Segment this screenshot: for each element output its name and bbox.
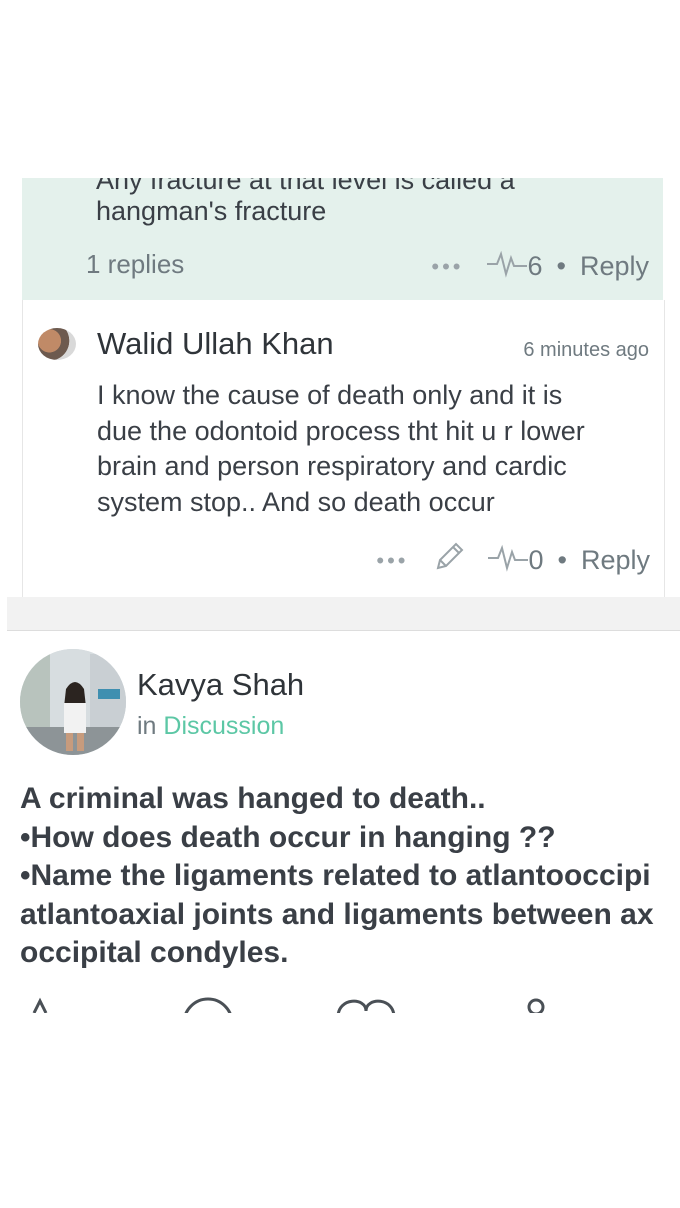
like-count: 6 — [527, 251, 543, 281]
comment-card: Walid Ullah Khan 6 minutes ago I know th… — [22, 300, 665, 597]
share-icon[interactable] — [527, 998, 545, 1013]
reply-button[interactable]: Reply — [580, 251, 649, 282]
comment-card-highlighted: Any fracture at that level is called a h… — [22, 178, 663, 300]
heart-icon[interactable] — [337, 999, 395, 1013]
pulse-icon[interactable] — [488, 542, 529, 579]
category-prefix: in — [137, 712, 157, 740]
comment-line: I know the cause of death only and it is — [97, 380, 563, 410]
post-line: A criminal was hanged to death.. — [20, 782, 486, 815]
more-options-icon[interactable]: ••• — [376, 548, 408, 574]
avatar[interactable] — [38, 328, 76, 360]
post-line: atlantoaxial joints and ligaments betwee… — [20, 897, 654, 931]
post-author[interactable]: Kavya Shah — [137, 667, 304, 703]
separator-dot: • — [557, 545, 567, 575]
comment-text: hangman's fracture — [96, 196, 327, 226]
comment-author[interactable]: Walid Ullah Khan — [97, 326, 334, 362]
divider-line — [7, 630, 680, 631]
comment-actions: ••• 0 • Reply — [376, 540, 650, 581]
reply-button[interactable]: Reply — [581, 545, 650, 576]
post-body: A criminal was hanged to death.. •How do… — [20, 780, 680, 973]
comment-line: due the odontoid process tht hit u r low… — [97, 415, 585, 446]
post-actions — [20, 993, 680, 1013]
pulse-icon[interactable] — [487, 248, 528, 285]
post-line: •Name the ligaments related to atlantooc… — [20, 859, 651, 892]
comment-body: I know the cause of death only and it is… — [97, 378, 657, 520]
post-category-line: in Discussion — [137, 712, 284, 741]
comment-timestamp: 6 minutes ago — [523, 339, 649, 361]
edit-pencil-icon[interactable] — [432, 540, 466, 581]
comment-actions: ••• 6 • Reply — [431, 248, 649, 285]
replies-link[interactable]: 1 replies — [86, 249, 184, 280]
separator-dot: • — [556, 251, 566, 281]
category-link[interactable]: Discussion — [163, 712, 284, 740]
more-options-icon[interactable]: ••• — [431, 254, 463, 280]
comment-line: brain and person respiratory and cardic — [97, 451, 567, 481]
author-avatar[interactable] — [20, 649, 126, 755]
comment-line: system stop.. And so death occur — [97, 486, 495, 517]
section-divider — [7, 597, 680, 630]
upvote-icon[interactable] — [32, 997, 48, 1013]
like-count: 0 — [528, 545, 544, 575]
post-line: •How does death occur in hanging ?? — [20, 820, 556, 854]
post-line: occipital condyles. — [20, 936, 289, 969]
comment-icon[interactable] — [184, 997, 232, 1013]
